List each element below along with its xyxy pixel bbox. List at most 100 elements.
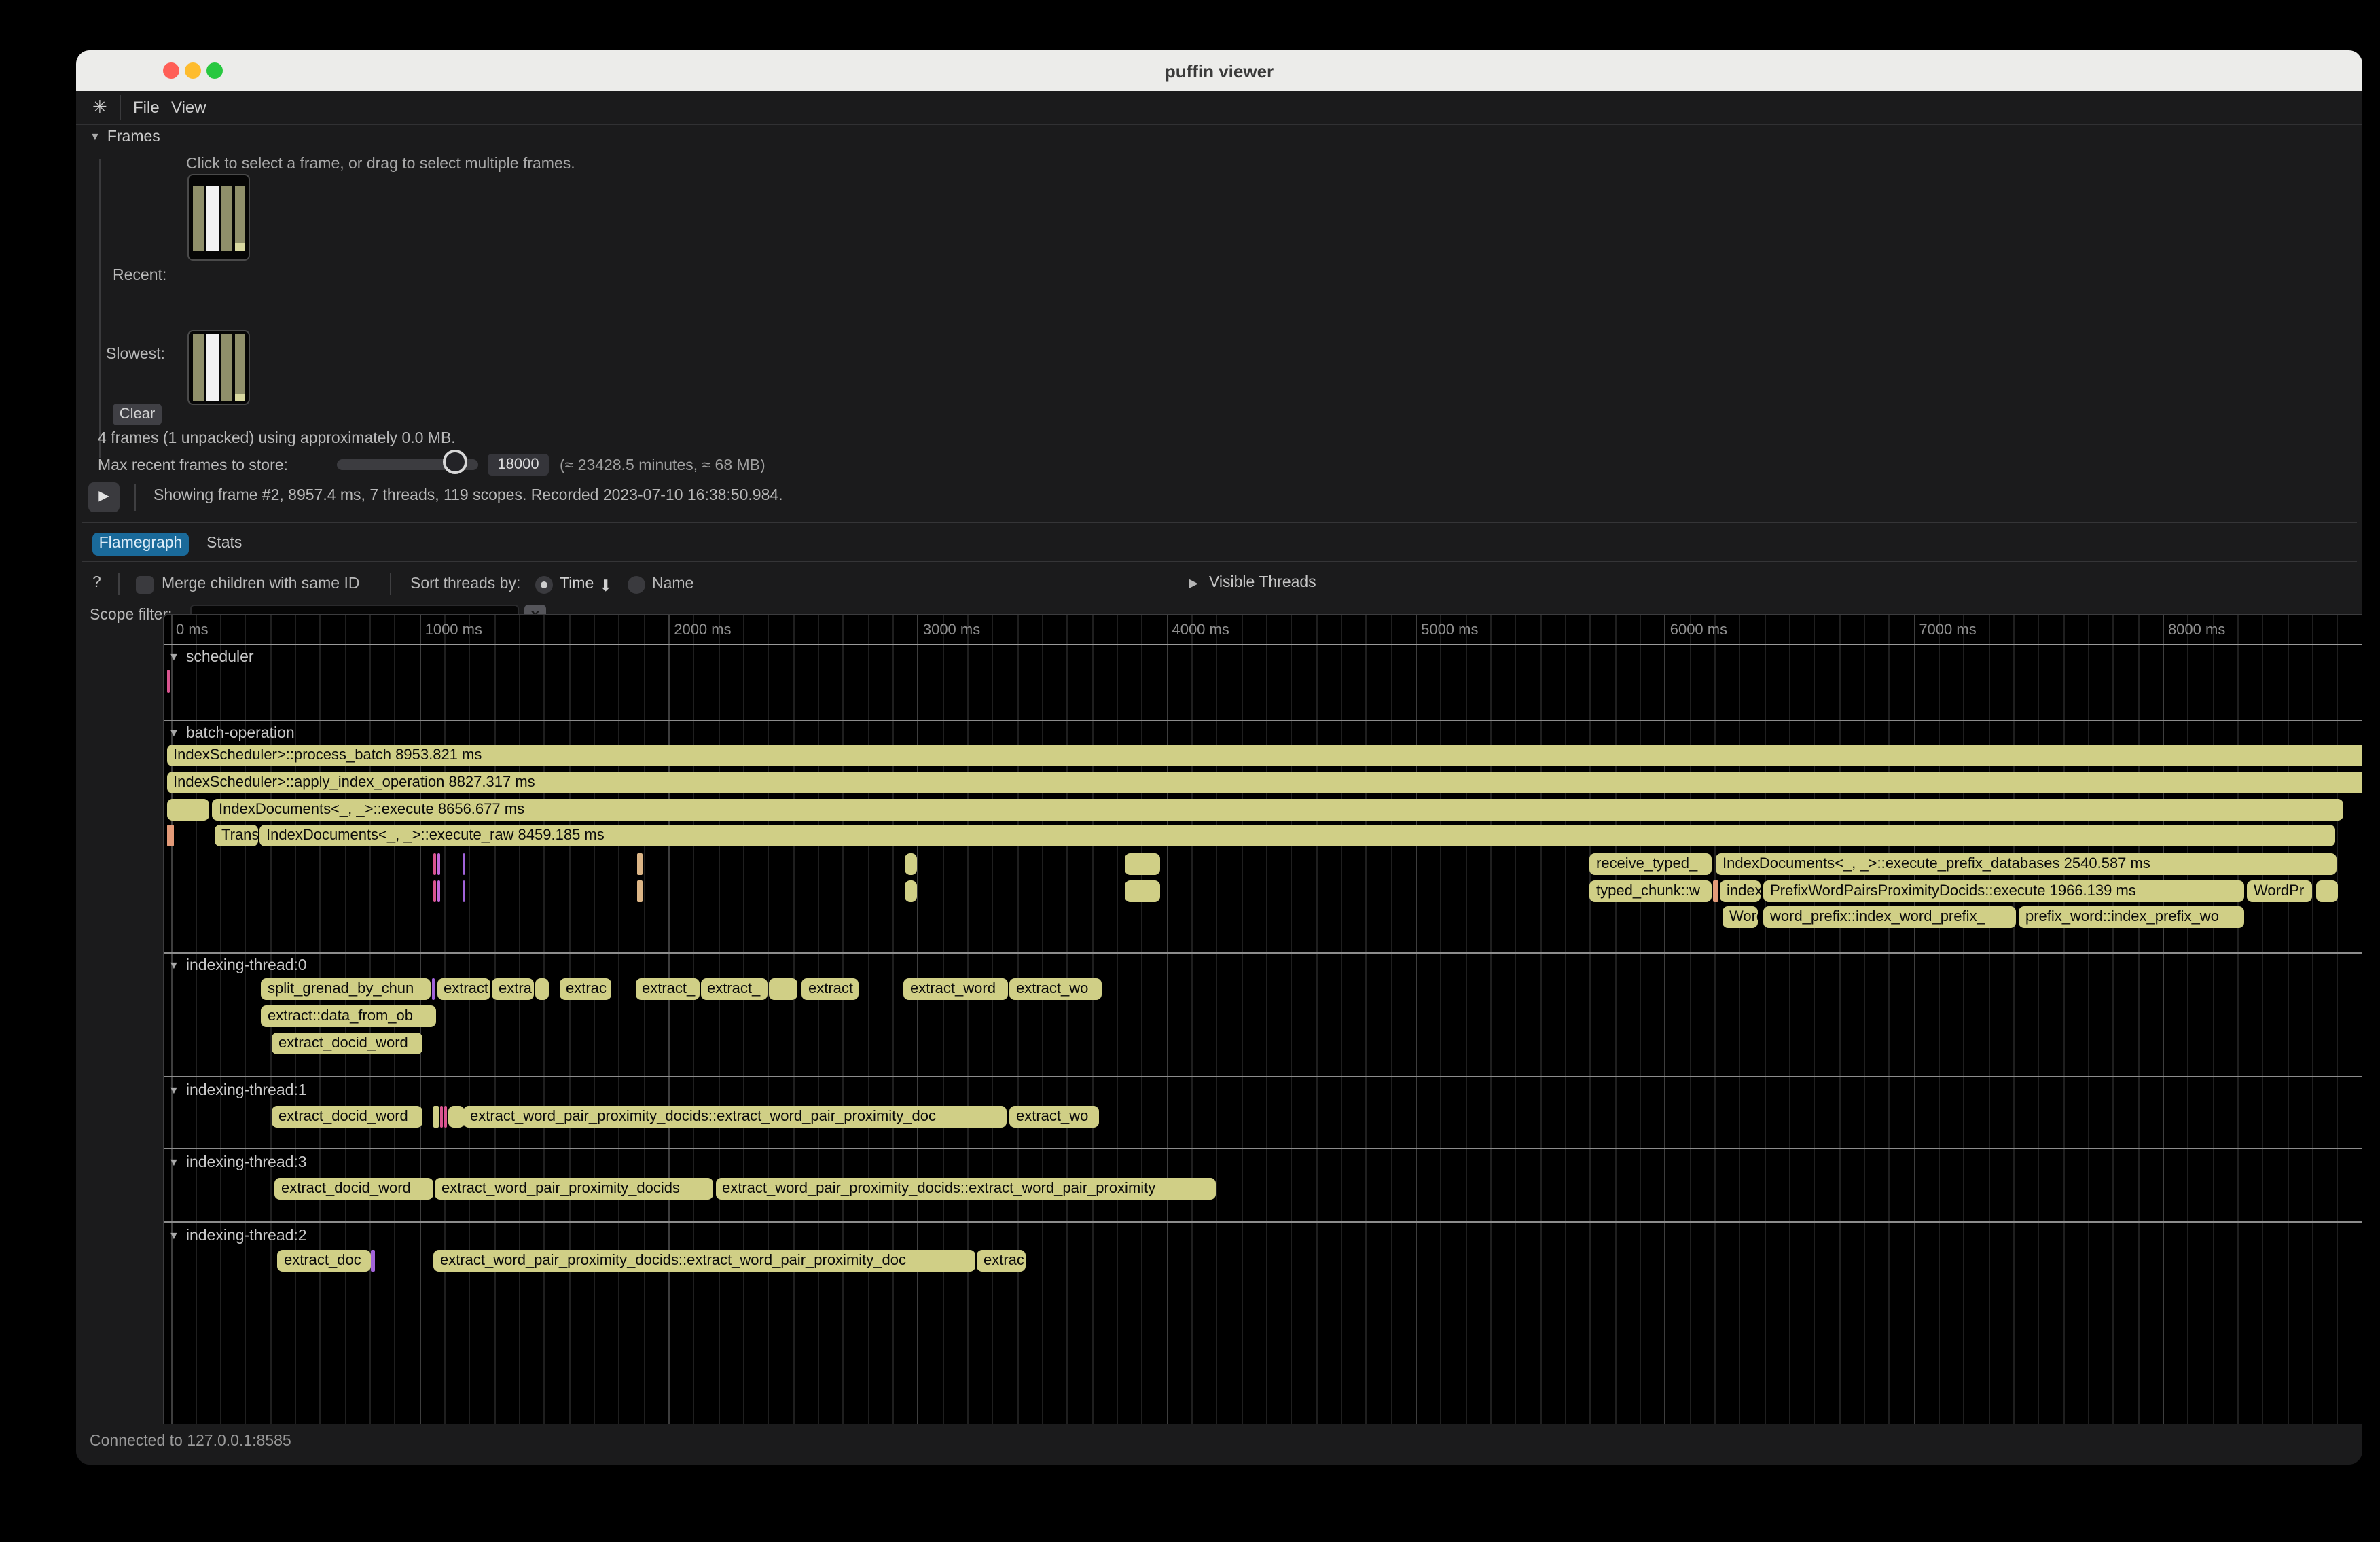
gridline-minor [1441,615,1442,1454]
scope-bar[interactable]: extract_ [700,978,767,1000]
scope-bar[interactable] [637,880,643,902]
frame-bar[interactable] [221,334,232,401]
frame-bar-selected[interactable] [206,334,219,401]
scope-bar[interactable]: extract_wo [1009,978,1102,1000]
scope-bar[interactable] [166,670,169,693]
menu-file[interactable]: File [133,98,160,117]
thread-section-header[interactable]: ▼indexing-thread:3 [168,1155,307,1171]
scope-bar[interactable]: extract_docid_word [272,1106,422,1128]
scope-bar[interactable] [444,1106,447,1128]
scope-bar[interactable] [431,978,435,1000]
scope-bar[interactable]: index [1720,880,1761,902]
gridline-major [1913,615,1915,1454]
recent-frames-thumbnail[interactable] [187,174,250,261]
scope-bar[interactable] [535,978,549,1000]
tab-stats[interactable]: Stats [206,535,242,552]
scope-bar[interactable] [904,880,917,902]
scope-bar[interactable]: extract::data_from_ob [261,1005,435,1027]
scope-bar[interactable] [463,853,465,875]
scope-bar[interactable] [370,1250,375,1272]
frames-section-header[interactable]: ▼Frames [90,129,160,145]
scope-bar[interactable]: extrac [977,1250,1025,1272]
scope-bar[interactable]: extract_word_pair_proximity_docids::extr… [715,1178,1216,1200]
scope-bar[interactable] [166,799,209,821]
merge-children-checkbox[interactable] [136,576,154,594]
scope-bar[interactable]: WordPr [2247,880,2312,902]
scope-bar[interactable] [769,978,797,1000]
scope-bar[interactable]: prefix_word::index_prefix_wo [2019,906,2244,928]
scope-bar[interactable]: IndexDocuments<_, _>::execute_raw 8459.1… [259,825,2335,846]
scope-bar[interactable]: extract_word [903,978,1007,1000]
scope-bar[interactable]: extract_doc [277,1250,370,1272]
scope-bar[interactable]: split_grenad_by_chun [261,978,431,1000]
page: puffin viewer ✳ File View ▼Frames Click … [0,0,2380,1542]
scope-bar[interactable]: Trans [215,825,258,846]
scope-bar[interactable] [1125,853,1160,875]
sort-name-radio[interactable] [628,576,645,594]
scope-bar[interactable]: extract [437,978,490,1000]
scope-bar[interactable] [1713,880,1718,902]
sort-time-label[interactable]: Time [560,576,594,592]
scope-bar[interactable]: extract_word_pair_proximity_docids::extr… [433,1250,975,1272]
scope-bar[interactable] [637,853,643,875]
scope-bar[interactable]: extract_wo [1009,1106,1098,1128]
thread-section-header[interactable]: ▼scheduler [168,649,254,666]
scope-bar[interactable]: extract_ [635,978,699,1000]
scope-bar[interactable]: IndexScheduler>::apply_index_operation 8… [166,772,2362,793]
frame-bar[interactable] [193,186,204,251]
thread-section-header[interactable]: ▼indexing-thread:1 [168,1083,307,1099]
sort-time-radio[interactable] [535,576,553,594]
scope-bar[interactable]: receive_typed_ [1589,853,1712,875]
gridline-minor [444,615,446,1454]
scope-bar[interactable]: extract_word_pair_proximity_docids [435,1178,713,1200]
scope-bar[interactable]: extract_docid_word [272,1033,422,1054]
sort-name-label[interactable]: Name [652,576,693,592]
max-frames-value[interactable]: 18000 [488,454,549,476]
scope-bar[interactable]: Word [1723,906,1758,928]
scope-bar[interactable]: extract_docid_word [274,1178,433,1200]
thread-section-header[interactable]: ▼indexing-thread:2 [168,1228,307,1244]
scope-bar[interactable]: extra [492,978,534,1000]
frame-bar[interactable] [193,334,204,401]
scope-bar[interactable] [2316,880,2338,902]
app-menu-icon[interactable]: ✳ [92,96,107,118]
clear-frames-button[interactable]: Clear [113,404,162,425]
frame-bar[interactable] [235,186,245,251]
scope-bar[interactable]: IndexDocuments<_, _>::execute_prefix_dat… [1716,853,2337,875]
scope-bar[interactable] [1125,880,1160,902]
scope-bar[interactable]: IndexScheduler>::process_batch 8953.821 … [166,745,2362,766]
menu-view[interactable]: View [171,98,206,117]
scope-bar[interactable] [437,880,439,902]
scope-bar[interactable] [433,1106,439,1128]
scope-bar[interactable]: extract [801,978,858,1000]
scope-bar[interactable] [904,853,917,875]
visible-threads-header[interactable]: Visible Threads [1209,575,1316,591]
scope-bar[interactable]: IndexDocuments<_, _>::execute 8656.677 m… [212,799,2343,821]
scope-bar[interactable] [433,880,436,902]
scope-bar[interactable]: PrefixWordPairsProximityDocids::execute … [1763,880,2244,902]
frame-bar-selected[interactable] [206,186,219,251]
play-button[interactable]: ▶ [88,482,120,512]
frame-bar[interactable] [221,186,232,251]
scope-bar[interactable]: word_prefix::index_word_prefix_ [1763,906,2016,928]
scope-bar[interactable] [167,825,174,846]
time-axis-label-top: 3000 ms [923,622,980,639]
max-frames-slider-knob[interactable] [443,450,467,474]
scope-bar[interactable] [439,1106,443,1128]
slowest-frames-thumbnail[interactable] [187,330,250,405]
help-button[interactable]: ? [92,575,101,591]
frame-bar[interactable] [235,334,245,401]
scope-bar[interactable] [433,853,436,875]
tab-flamegraph[interactable]: Flamegraph [92,533,189,556]
scope-bar[interactable] [448,1106,464,1128]
scope-bar[interactable]: typed_chunk::w [1589,880,1712,902]
scope-bar[interactable]: extrac [559,978,611,1000]
scope-bar[interactable] [463,880,465,902]
scope-bar[interactable] [437,853,439,875]
scope-bar[interactable]: extract_word_pair_proximity_docids::extr… [463,1106,1007,1128]
thread-section-header[interactable]: ▼indexing-thread:0 [168,958,307,974]
thread-section-header[interactable]: ▼batch-operation [168,725,295,742]
gridline-minor [1216,615,1218,1454]
flamegraph-panel[interactable]: 0 ms1000 ms2000 ms3000 ms4000 ms5000 ms6… [163,614,2362,1455]
showing-frame-line: Showing frame #2, 8957.4 ms, 7 threads, … [154,488,783,504]
